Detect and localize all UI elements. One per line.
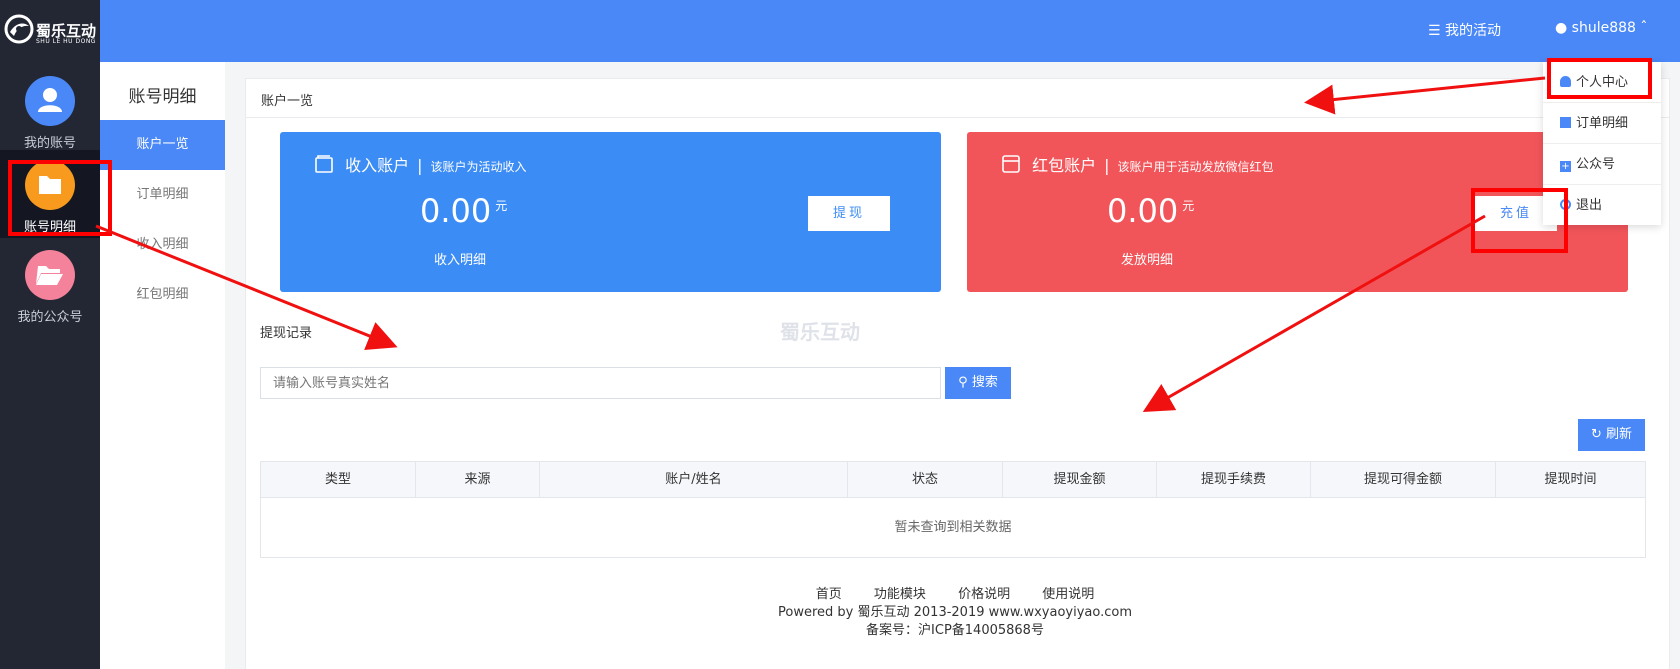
annotation-arrows <box>95 76 1546 412</box>
arrow-to-records <box>95 224 398 350</box>
arrow-to-table <box>1142 214 1486 412</box>
arrow-to-overview <box>1304 76 1546 115</box>
